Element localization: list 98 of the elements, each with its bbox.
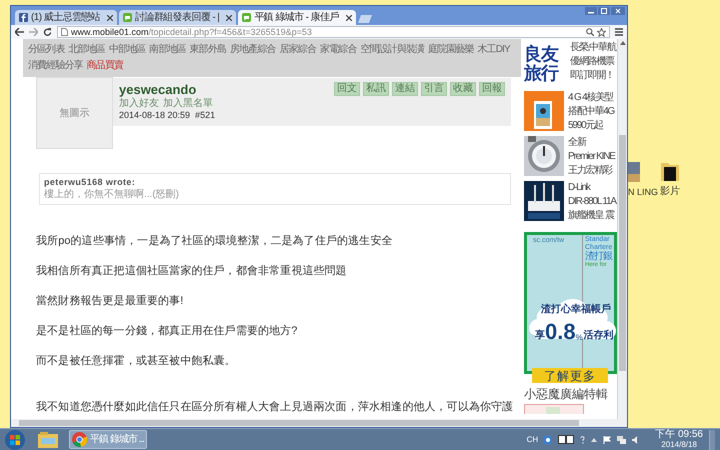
maximize-icon (598, 7, 610, 15)
zoom-icon (586, 28, 594, 36)
paragraph: 我相信所有真正把這個社區當家的住戶，都會非常重視這些問題 (36, 264, 348, 278)
ad-text[interactable]: 全新 (568, 136, 615, 150)
clock-time[interactable]: 下午 09:56 (655, 430, 703, 440)
nav-link[interactable]: 中部地區 (108, 45, 146, 55)
banner-brand-cn: 渣打銀 (585, 252, 612, 262)
nav-link[interactable]: 居家綜合 (280, 45, 316, 55)
scrollbar-thumb[interactable] (619, 135, 626, 371)
nav-link[interactable]: 南部地區 (149, 45, 186, 55)
user-link[interactable]: 加入黑名單 (163, 98, 213, 110)
ad-text[interactable]: Premier KINE (568, 150, 615, 164)
scroll-up-icon (620, 41, 626, 45)
post-action-button[interactable]: 引言 (421, 82, 447, 96)
close-icon (611, 7, 625, 15)
ime-icon (544, 436, 552, 444)
folder-icon (37, 430, 59, 448)
paragraph: 當然財務報告更是最重要的事! (36, 294, 184, 308)
chat-icon (242, 13, 252, 22)
flag-icon (603, 436, 612, 444)
ad-text[interactable]: 王力宏精彩 (568, 164, 615, 178)
nav-link[interactable]: 消費經驗分享 (28, 61, 83, 71)
vertical-scrollbar[interactable] (617, 39, 627, 419)
new-tab-icon (358, 15, 372, 23)
language-indicator[interactable]: CH (526, 436, 538, 444)
reload-icon (43, 28, 52, 36)
star-icon (597, 28, 606, 36)
banner-rate-text: 活存利 (584, 331, 614, 341)
ad-text[interactable]: 4 G 4核美型 (568, 91, 614, 105)
back-icon (15, 28, 24, 36)
taskbar-task-button[interactable]: 平鎮 錄城市 ... (69, 430, 147, 449)
browser-tab[interactable]: (1) 威士忌雲戀站 (15, 10, 118, 25)
nav-link[interactable]: 北部地區 (68, 45, 105, 55)
forward-icon (29, 28, 38, 36)
chat-icon (123, 13, 132, 22)
quote-author: peterwu5168 wrote: (44, 177, 136, 188)
desktop-icon-label: 影片 (660, 184, 680, 199)
post-action-button[interactable]: 私訊 (363, 82, 389, 96)
paragraph: 而不是被任意揮霍，或甚至被中飽私囊。 (36, 354, 237, 368)
user-link[interactable]: 加入好友 (119, 98, 159, 110)
avatar-placeholder[interactable]: 無圖示 (36, 77, 113, 149)
network-icon (617, 436, 626, 444)
post-date: 2014-08-18 20:59 #521 (119, 110, 216, 121)
learn-more-button[interactable]: 了解更多 (532, 368, 608, 383)
start-button-icon (5, 430, 25, 450)
url-text: www.mobile01.com/topicdetail.php?f=456&t=3265519&p=53 (71, 28, 313, 36)
speaker-icon (632, 436, 640, 444)
banner-rate: 0.8 (545, 321, 576, 343)
post-action-button[interactable]: 收藏 (450, 82, 476, 96)
paragraph: 我不知道您憑什麼如此信任只在區分所有權人大會上見過兩次面，萍水相逢的他人，可以為你守護 (36, 400, 511, 414)
post-action-button[interactable]: 回報 (479, 82, 505, 96)
close-icon (226, 14, 232, 20)
nav-link[interactable]: 空間設計與裝潢 (360, 45, 424, 55)
clock-date[interactable]: 2014/8/18 (661, 440, 697, 449)
nav-link[interactable]: 房地產綜合 (230, 45, 276, 55)
username[interactable]: yeswecando (119, 82, 216, 98)
banner-rate-text: 享 (535, 331, 545, 341)
tray-expand-icon (591, 438, 598, 442)
picture-icon (628, 162, 640, 182)
paragraph: 是不是社區的每一分錢，都真正用在住戶需要的地方? (36, 324, 299, 338)
desktop-icon-label: N LING (628, 186, 658, 199)
browser-tab[interactable]: 平鎮 綠城市 - 康佳戶 (238, 10, 356, 25)
nav-link[interactable]: 木工DIY (478, 45, 510, 55)
folder-icon (660, 160, 680, 182)
ad-text[interactable]: 5990元起 (568, 119, 614, 133)
show-desktop-button[interactable] (709, 430, 715, 450)
minimize-icon (585, 7, 597, 15)
ad-text[interactable]: 搭配中華4G (568, 105, 614, 119)
quote-text: 樓上的，你無不無聊啊...(怒刪) (44, 189, 180, 201)
scrollbar-thumb[interactable] (19, 420, 579, 426)
banner-headline: 渣打心幸福帳戶 (541, 305, 611, 315)
close-icon (346, 14, 352, 20)
browser-tab[interactable]: 討論群組發表回覆 - | (119, 10, 236, 25)
nav-link[interactable]: 商品買賣 (86, 61, 124, 71)
ad-text[interactable]: DIR-880L 11A (568, 195, 616, 209)
help-icon (580, 436, 586, 444)
keyboard-icon (558, 435, 574, 444)
ad-text[interactable]: 即訂即開！ (570, 69, 616, 83)
ad-text[interactable]: 優網路機票 (570, 55, 616, 69)
ad-text[interactable]: D-Link (568, 181, 616, 195)
horizontal-scrollbar[interactable] (11, 419, 627, 427)
page-icon (61, 28, 68, 36)
ad-text[interactable]: 長榮,中華航 (570, 41, 616, 55)
close-icon (107, 14, 114, 20)
paragraph: 我所po的這些事情，一是為了社區的環境整潔，二是為了住戶的逃生安全 (36, 234, 394, 248)
post-action-button[interactable]: 回文 (334, 82, 360, 96)
nav-link[interactable]: 東部外島 (190, 45, 226, 55)
section-title: 小惡魔廣編特輯 (524, 388, 609, 400)
nav-link[interactable]: 家電綜合 (320, 45, 356, 55)
nav-link[interactable]: 分區列表 (28, 45, 64, 55)
nav-link[interactable]: 庭院園藝樂 (428, 45, 474, 55)
post-action-button[interactable]: 連結 (392, 82, 418, 96)
address-field[interactable]: www.mobile01.com/topicdetail.php?f=456&t=3265519&p=53 (57, 26, 610, 38)
chrome-icon (72, 432, 87, 447)
ad-text[interactable]: 旗艦機皇 震 (568, 209, 616, 223)
menu-icon (615, 28, 623, 36)
facebook-icon (19, 13, 28, 22)
banner-rate-unit: % (576, 334, 583, 342)
